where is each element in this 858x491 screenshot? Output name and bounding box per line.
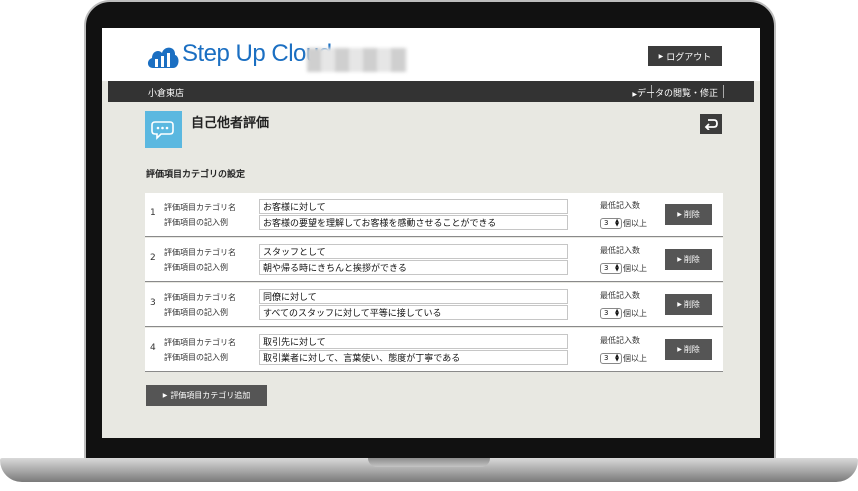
category-row: 4 評価項目カテゴリ名 評価項目の記入例 最低記入数 3 ▲▼ 個以上 ▶削除	[145, 328, 723, 372]
category-name-input[interactable]	[259, 199, 568, 214]
store-name: 小倉東店	[148, 89, 185, 99]
category-name-input[interactable]	[259, 244, 568, 259]
triangle-right-icon: ▶	[677, 301, 682, 308]
triangle-right-icon: ▶	[677, 346, 682, 353]
min-count-value: 3	[604, 219, 609, 227]
navbar: 小倉東店 ▶データの閲覧・修正	[108, 81, 754, 102]
delete-button[interactable]: ▶ 削除	[665, 339, 712, 360]
triangle-right-icon: ▶	[162, 392, 168, 399]
unit-label: 個以上	[623, 219, 647, 228]
unit-label: 個以上	[623, 264, 647, 273]
example-label: 評価項目の記入例	[164, 353, 228, 362]
row-number: 3	[150, 298, 156, 308]
row-number: 1	[150, 208, 156, 218]
stepper-arrows-icon: ▲ ▼	[615, 218, 619, 228]
header: Step Up Cloud ▶ ログアウト	[102, 28, 760, 81]
stepper-arrows-icon: ▲ ▼	[615, 353, 619, 363]
speech-bubble-icon	[145, 111, 182, 148]
min-count-value: 3	[604, 264, 609, 272]
stepper-arrows-icon: ▲ ▼	[615, 308, 619, 318]
data-view-edit-link[interactable]: ▶データの閲覧・修正	[632, 86, 718, 99]
blurred-company-name	[307, 48, 407, 72]
nav-divider	[723, 85, 724, 98]
triangle-right-icon: ▶	[677, 211, 682, 218]
delete-button[interactable]: ▶ 削除	[665, 204, 712, 225]
min-count-label: 最低記入数	[600, 336, 640, 345]
add-category-button[interactable]: ▶ 評価項目カテゴリ追加	[146, 385, 267, 406]
min-count-value: 3	[604, 354, 609, 362]
back-button[interactable]	[700, 114, 722, 134]
delete-label: 削除	[683, 300, 700, 309]
min-count-label: 最低記入数	[600, 246, 640, 255]
cloud-logo-icon	[147, 47, 179, 68]
example-input[interactable]	[259, 350, 568, 365]
page-title: 自己他者評価	[191, 116, 270, 131]
triangle-right-icon: ▶	[658, 52, 664, 60]
row-number: 4	[150, 343, 156, 353]
min-count-label: 最低記入数	[600, 201, 640, 210]
min-count-stepper[interactable]: 3 ▲ ▼	[600, 308, 622, 319]
data-view-edit-label: データの閲覧・修正	[636, 89, 718, 99]
stepper-arrows-icon: ▲ ▼	[615, 263, 619, 273]
return-arrow-icon	[704, 119, 718, 130]
category-name-label: 評価項目カテゴリ名	[164, 203, 236, 212]
example-label: 評価項目の記入例	[164, 263, 228, 272]
min-count-label: 最低記入数	[600, 291, 640, 300]
delete-label: 削除	[683, 255, 700, 264]
add-category-label: 評価項目カテゴリ追加	[170, 391, 251, 400]
unit-label: 個以上	[623, 354, 647, 363]
triangle-right-icon: ▶	[677, 256, 682, 263]
category-name-label: 評価項目カテゴリ名	[164, 293, 236, 302]
screen: Step Up Cloud ▶ ログアウト 小倉東店 ▶データの閲覧・修正 自己…	[102, 28, 760, 438]
laptop-notch	[368, 458, 490, 467]
delete-button[interactable]: ▶ 削除	[665, 294, 712, 315]
example-input[interactable]	[259, 215, 568, 230]
delete-label: 削除	[683, 210, 700, 219]
category-row: 3 評価項目カテゴリ名 評価項目の記入例 最低記入数 3 ▲▼ 個以上 ▶削除	[145, 283, 723, 327]
min-count-stepper[interactable]: 3 ▲ ▼	[600, 263, 622, 274]
row-number: 2	[150, 253, 156, 263]
example-label: 評価項目の記入例	[164, 218, 228, 227]
min-count-value: 3	[604, 309, 609, 317]
delete-label: 削除	[683, 345, 700, 354]
delete-button[interactable]: ▶ 削除	[665, 249, 712, 270]
category-name-label: 評価項目カテゴリ名	[164, 248, 236, 257]
min-count-stepper[interactable]: 3 ▲ ▼	[600, 353, 622, 364]
section-title: 評価項目カテゴリの設定	[146, 170, 246, 180]
category-name-input[interactable]	[259, 334, 568, 349]
unit-label: 個以上	[623, 309, 647, 318]
logout-button[interactable]: ▶ ログアウト	[648, 46, 722, 66]
logout-label: ログアウト	[666, 52, 712, 63]
example-input[interactable]	[259, 260, 568, 275]
example-input[interactable]	[259, 305, 568, 320]
example-label: 評価項目の記入例	[164, 308, 228, 317]
category-row: 2 評価項目カテゴリ名 評価項目の記入例 最低記入数 3 ▲▼ 個以上 ▶削除	[145, 238, 723, 282]
category-name-input[interactable]	[259, 289, 568, 304]
category-row: 1 評価項目カテゴリ名 評価項目の記入例 最低記入数 3 ▲▼ 個以上 ▶削除	[145, 193, 723, 237]
min-count-stepper[interactable]: 3 ▲ ▼	[600, 218, 622, 229]
category-name-label: 評価項目カテゴリ名	[164, 338, 236, 347]
